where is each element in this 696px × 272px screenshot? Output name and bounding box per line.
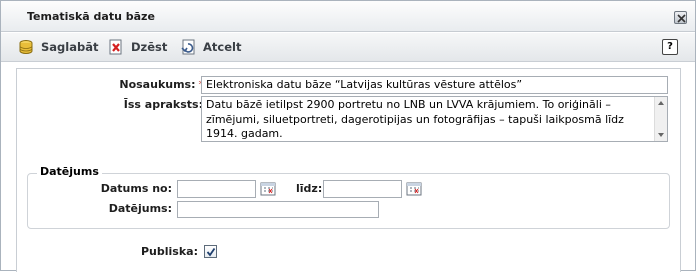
save-label: Saglabāt <box>41 40 99 54</box>
help-button[interactable]: ? <box>662 39 678 55</box>
description-text: Datu bāzē ietilpst 2900 portretu no LNB … <box>206 98 624 140</box>
save-button[interactable]: Saglabāt <box>18 38 98 56</box>
close-icon <box>677 14 686 23</box>
cancel-icon <box>181 39 195 55</box>
date-to-input[interactable] <box>323 180 402 198</box>
save-icon <box>19 40 33 54</box>
calendar-icon[interactable] <box>260 181 276 196</box>
help-icon: ? <box>667 41 673 52</box>
name-input[interactable]: Elektroniska datu bāze “Latvijas kultūra… <box>201 76 668 94</box>
dating-input[interactable] <box>177 201 379 218</box>
close-button[interactable] <box>674 11 687 24</box>
dialog-title: Tematiskā datu bāze <box>27 10 155 23</box>
dialog-window: Tematiskā datu bāze Saglabāt Dzēst Atcel… <box>0 0 696 272</box>
form-area: Nosaukums:* Elektroniska datu bāze “Latv… <box>16 68 681 272</box>
description-label: Īss apraksts: <box>123 98 203 111</box>
public-checkbox[interactable] <box>204 245 217 258</box>
description-textarea[interactable]: Datu bāzē ietilpst 2900 portretu no LNB … <box>201 96 668 142</box>
delete-button[interactable]: Dzēst <box>108 38 167 56</box>
calendar-icon[interactable] <box>406 181 422 196</box>
toolbar: Saglabāt Dzēst Atcelt ? <box>1 33 695 62</box>
title-bar: Tematiskā datu bāze <box>1 1 695 32</box>
cancel-label: Atcelt <box>203 40 242 54</box>
name-label-text: Nosaukums: <box>119 78 196 91</box>
scroll-up-icon[interactable] <box>658 101 664 105</box>
description-scrollbar[interactable] <box>654 97 667 141</box>
cancel-button[interactable]: Atcelt <box>180 38 241 56</box>
scroll-down-icon[interactable] <box>658 133 664 137</box>
public-label: Publiska: <box>141 245 198 258</box>
date-from-label: Datums no: <box>100 182 172 195</box>
delete-label: Dzēst <box>131 40 168 54</box>
name-label: Nosaukums:* <box>119 78 204 91</box>
dating-legend: Datējums <box>37 165 102 178</box>
checkmark-icon <box>206 247 216 257</box>
dating-label: Datējums: <box>108 202 172 215</box>
delete-icon <box>109 39 122 55</box>
date-to-label: līdz: <box>296 182 323 195</box>
date-from-input[interactable] <box>177 180 256 198</box>
